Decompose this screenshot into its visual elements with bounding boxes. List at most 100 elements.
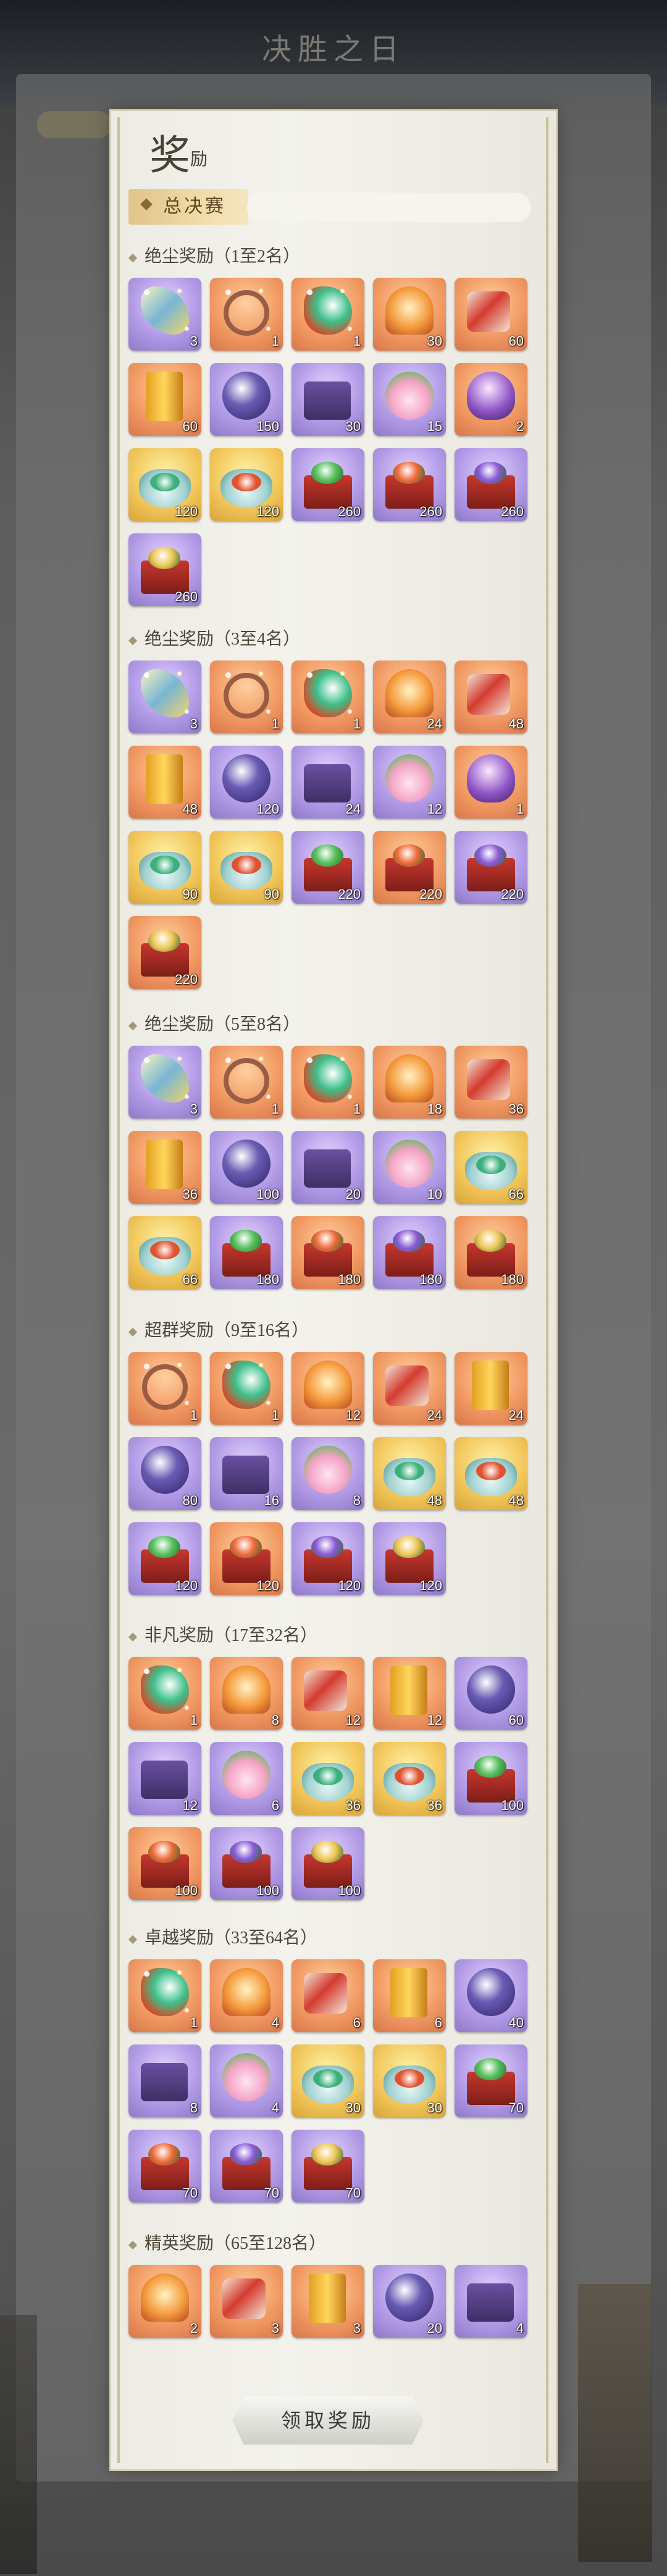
- reward-item-slot[interactable]: 260: [455, 448, 527, 521]
- reward-item-slot[interactable]: 90: [210, 831, 283, 904]
- reward-item-slot[interactable]: 1: [292, 661, 364, 733]
- reward-item-slot[interactable]: 36: [128, 1131, 201, 1204]
- reward-item-slot[interactable]: 48: [455, 661, 527, 733]
- reward-item-slot[interactable]: 260: [373, 448, 446, 521]
- reward-item-slot[interactable]: 30: [292, 363, 364, 436]
- reward-item-slot[interactable]: 8: [292, 1437, 364, 1510]
- reward-item-slot[interactable]: 16: [210, 1437, 283, 1510]
- reward-item-slot[interactable]: 12: [373, 746, 446, 819]
- reward-item-slot[interactable]: 150: [210, 363, 283, 436]
- reward-item-slot[interactable]: 24: [373, 661, 446, 733]
- reward-item-slot[interactable]: 180: [373, 1216, 446, 1289]
- reward-item-slot[interactable]: 3: [128, 1046, 201, 1119]
- reward-item-slot[interactable]: 6: [292, 1959, 364, 2032]
- claim-rewards-button[interactable]: 领取奖励: [232, 2396, 424, 2445]
- reward-item-slot[interactable]: 1: [128, 1657, 201, 1730]
- reward-item-slot[interactable]: 1: [455, 746, 527, 819]
- reward-item-slot[interactable]: 3: [210, 2265, 283, 2338]
- reward-item-slot[interactable]: 180: [292, 1216, 364, 1289]
- reward-item-slot[interactable]: 90: [128, 831, 201, 904]
- reward-item-slot[interactable]: 1: [128, 1352, 201, 1425]
- reward-item-slot[interactable]: 48: [373, 1437, 446, 1510]
- item-quantity: 1: [353, 716, 361, 732]
- reward-item-slot[interactable]: 120: [210, 1522, 283, 1595]
- item-quantity: 70: [264, 2185, 279, 2201]
- reward-item-slot[interactable]: 1: [292, 278, 364, 351]
- reward-item-slot[interactable]: 6: [210, 1742, 283, 1815]
- reward-item-slot[interactable]: 12: [373, 1657, 446, 1730]
- reward-item-slot[interactable]: 60: [455, 1657, 527, 1730]
- reward-item-slot[interactable]: 3: [292, 2265, 364, 2338]
- tab-finals[interactable]: 总决赛: [128, 189, 248, 225]
- item-quantity: 80: [182, 1493, 198, 1508]
- reward-item-slot[interactable]: 70: [128, 2130, 201, 2203]
- reward-item-slot[interactable]: 4: [210, 2045, 283, 2117]
- reward-item-slot[interactable]: 180: [210, 1216, 283, 1289]
- reward-item-slot[interactable]: 36: [455, 1046, 527, 1119]
- reward-item-slot[interactable]: 15: [373, 363, 446, 436]
- reward-item-slot[interactable]: 24: [292, 746, 364, 819]
- reward-item-slot[interactable]: 120: [210, 746, 283, 819]
- reward-item-slot[interactable]: 4: [210, 1959, 283, 2032]
- reward-item-slot[interactable]: 260: [292, 448, 364, 521]
- reward-item-slot[interactable]: 8: [128, 2045, 201, 2117]
- orb-icon: [467, 1968, 515, 2016]
- reward-item-slot[interactable]: 36: [292, 1742, 364, 1815]
- reward-item-slot[interactable]: 2: [128, 2265, 201, 2338]
- reward-item-slot[interactable]: 66: [128, 1216, 201, 1289]
- item-quantity: 48: [508, 1493, 524, 1508]
- reward-item-slot[interactable]: 60: [128, 363, 201, 436]
- reward-item-slot[interactable]: 30: [373, 278, 446, 351]
- reward-item-slot[interactable]: 24: [373, 1352, 446, 1425]
- reward-item-slot[interactable]: 1: [210, 1352, 283, 1425]
- reward-item-slot[interactable]: 12: [128, 1742, 201, 1815]
- reward-item-slot[interactable]: 1: [210, 661, 283, 733]
- reward-item-slot[interactable]: 20: [292, 1131, 364, 1204]
- reward-item-slot[interactable]: 18: [373, 1046, 446, 1119]
- reward-item-slot[interactable]: 70: [292, 2130, 364, 2203]
- reward-item-slot[interactable]: 48: [128, 746, 201, 819]
- reward-item-slot[interactable]: 2: [455, 363, 527, 436]
- reward-item-slot[interactable]: 40: [455, 1959, 527, 2032]
- reward-item-slot[interactable]: 220: [292, 831, 364, 904]
- reward-item-slot[interactable]: 3: [128, 661, 201, 733]
- reward-item-slot[interactable]: 4: [455, 2265, 527, 2338]
- reward-item-slot[interactable]: 10: [373, 1131, 446, 1204]
- reward-item-slot[interactable]: 220: [128, 916, 201, 989]
- reward-item-slot[interactable]: 20: [373, 2265, 446, 2338]
- reward-item-slot[interactable]: 1: [292, 1046, 364, 1119]
- reward-item-slot[interactable]: 120: [128, 448, 201, 521]
- reward-item-slot[interactable]: 1: [128, 1959, 201, 2032]
- reward-item-slot[interactable]: 220: [373, 831, 446, 904]
- reward-item-slot[interactable]: 120: [373, 1522, 446, 1595]
- reward-item-slot[interactable]: 180: [455, 1216, 527, 1289]
- reward-item-slot[interactable]: 36: [373, 1742, 446, 1815]
- reward-item-slot[interactable]: 80: [128, 1437, 201, 1510]
- reward-item-slot[interactable]: 1: [210, 278, 283, 351]
- reward-item-slot[interactable]: 100: [128, 1827, 201, 1900]
- reward-item-slot[interactable]: 70: [455, 2045, 527, 2117]
- reward-item-slot[interactable]: 100: [210, 1131, 283, 1204]
- reward-item-slot[interactable]: 12: [292, 1657, 364, 1730]
- reward-item-slot[interactable]: 30: [292, 2045, 364, 2117]
- reward-item-slot[interactable]: 220: [455, 831, 527, 904]
- reward-item-slot[interactable]: 24: [455, 1352, 527, 1425]
- reward-item-slot[interactable]: 60: [455, 278, 527, 351]
- reward-item-slot[interactable]: 8: [210, 1657, 283, 1730]
- reward-item-slot[interactable]: 1: [210, 1046, 283, 1119]
- reward-item-slot[interactable]: 100: [210, 1827, 283, 1900]
- reward-item-slot[interactable]: 48: [455, 1437, 527, 1510]
- reward-item-slot[interactable]: 12: [292, 1352, 364, 1425]
- reward-item-slot[interactable]: 120: [210, 448, 283, 521]
- reward-item-slot[interactable]: 100: [455, 1742, 527, 1815]
- reward-item-slot[interactable]: 100: [292, 1827, 364, 1900]
- reward-item-slot[interactable]: 6: [373, 1959, 446, 2032]
- crate-gold-icon: [304, 2143, 352, 2190]
- reward-item-slot[interactable]: 30: [373, 2045, 446, 2117]
- reward-item-slot[interactable]: 66: [455, 1131, 527, 1204]
- reward-item-slot[interactable]: 120: [128, 1522, 201, 1595]
- reward-item-slot[interactable]: 120: [292, 1522, 364, 1595]
- reward-item-slot[interactable]: 70: [210, 2130, 283, 2203]
- reward-item-slot[interactable]: 3: [128, 278, 201, 351]
- reward-item-slot[interactable]: 260: [128, 533, 201, 606]
